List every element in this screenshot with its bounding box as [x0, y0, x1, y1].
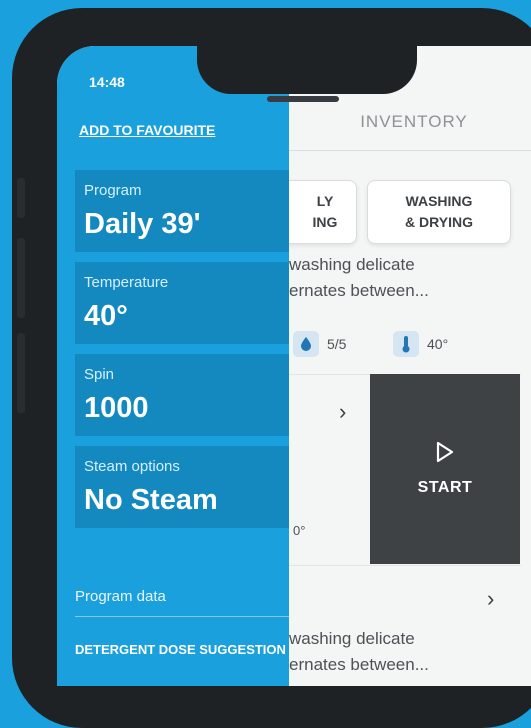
- chip-label: WASHING: [405, 193, 473, 209]
- setting-value: 40°: [84, 300, 128, 332]
- phone-button: [17, 238, 25, 318]
- divider: [75, 616, 289, 617]
- add-to-favourite-link[interactable]: ADD TO FAVOURITE: [79, 122, 215, 138]
- chevron-right-icon[interactable]: ›: [487, 586, 494, 612]
- stat-level-value: 5/5: [327, 336, 347, 352]
- setting-spin[interactable]: Spin 1000: [75, 354, 289, 436]
- stat-level: 5/5: [293, 331, 346, 357]
- detergent-dose-suggestion[interactable]: DETERGENT DOSE SUGGESTION: [75, 642, 289, 657]
- speaker: [267, 96, 339, 102]
- setting-value: No Steam: [84, 484, 218, 516]
- description-line: ernates between...: [289, 281, 429, 300]
- program-description: washing delicate ernates between...: [289, 626, 429, 678]
- setting-label: Spin: [84, 366, 115, 383]
- setting-value: Daily 39': [84, 208, 201, 240]
- stat-temperature-value: 40°: [427, 336, 449, 352]
- phone-frame: INVENTORY LY ING WASHING & DRYING washin…: [12, 8, 531, 728]
- chevron-right-icon: ›: [339, 399, 347, 424]
- program-settings-panel: 14:48 ADD TO FAVOURITE Program Daily 39'…: [57, 46, 289, 686]
- setting-steam-options[interactable]: Steam options No Steam: [75, 446, 289, 528]
- description-line: washing delicate: [289, 629, 415, 648]
- play-icon: [436, 441, 454, 463]
- phone-button: [17, 178, 25, 218]
- status-time: 14:48: [89, 74, 125, 90]
- drop-icon: [293, 331, 319, 357]
- phone-button: [17, 333, 25, 413]
- tab-inventory-label: INVENTORY: [360, 112, 468, 131]
- category-chip-washing-drying[interactable]: WASHING & DRYING: [367, 180, 511, 244]
- program-data-link[interactable]: Program data: [75, 588, 166, 605]
- setting-program[interactable]: Program Daily 39': [75, 170, 289, 252]
- setting-temperature[interactable]: Temperature 40°: [75, 262, 289, 344]
- description-line: washing delicate: [289, 255, 415, 274]
- setting-label: Temperature: [84, 274, 169, 291]
- card-temperature: 0°: [293, 523, 306, 538]
- tab-inventory[interactable]: INVENTORY: [289, 94, 531, 151]
- start-label: START: [417, 479, 473, 496]
- notch: [197, 46, 417, 94]
- chip-label: & DRYING: [405, 214, 473, 230]
- start-button[interactable]: START: [370, 374, 520, 564]
- description-line: ernates between...: [289, 655, 429, 674]
- setting-label: Program: [84, 182, 142, 199]
- setting-value: 1000: [84, 392, 149, 424]
- setting-label: Steam options: [84, 458, 180, 475]
- phone-screen: INVENTORY LY ING WASHING & DRYING washin…: [57, 46, 531, 686]
- thermometer-icon: [393, 331, 419, 357]
- program-description: washing delicate ernates between...: [289, 252, 429, 304]
- stat-temperature: 40°: [393, 331, 448, 357]
